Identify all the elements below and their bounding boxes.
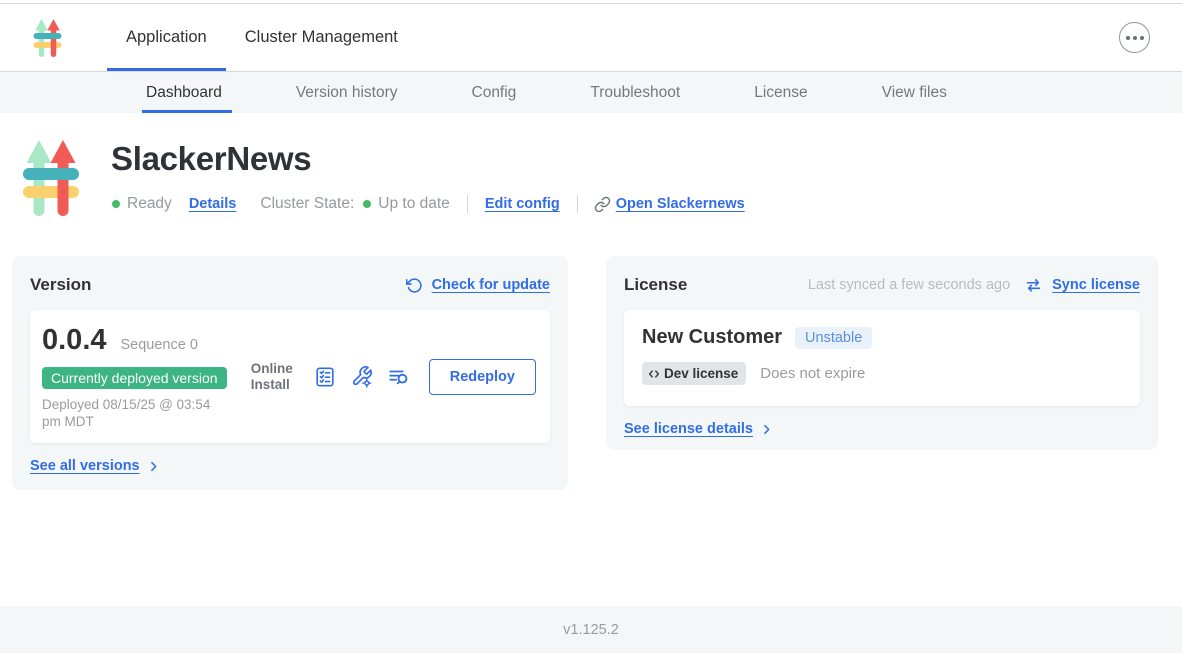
app-ready-dot-icon bbox=[112, 200, 120, 208]
sub-tab-config[interactable]: Config bbox=[472, 72, 517, 113]
admin-console-page: Application Cluster Management Dashboard… bbox=[0, 0, 1182, 655]
check-for-update[interactable]: Check for update bbox=[406, 277, 550, 294]
chain-link-icon bbox=[594, 196, 611, 213]
details-link[interactable]: Details bbox=[189, 196, 237, 212]
code-brackets-icon bbox=[647, 367, 661, 381]
version-card: Version Check for update 0.0.4 Sequence … bbox=[12, 256, 568, 490]
dashboard-content: SlackerNews Ready Details Cluster State:… bbox=[0, 113, 1182, 606]
app-status-row: Ready Details Cluster State: Up to date … bbox=[112, 195, 745, 213]
see-all-versions[interactable]: See all versions bbox=[30, 458, 550, 474]
ellipsis-icon bbox=[1126, 36, 1130, 40]
license-expiration: Does not expire bbox=[760, 365, 865, 382]
version-actions: Online Install bbox=[251, 324, 536, 429]
license-type-label: Dev license bbox=[664, 366, 738, 381]
app-status-label: Ready bbox=[127, 195, 172, 213]
version-card-title: Version bbox=[30, 275, 91, 295]
version-number: 0.0.4 bbox=[42, 324, 107, 357]
cluster-state-value: Up to date bbox=[378, 195, 450, 213]
app-logo-icon bbox=[33, 18, 62, 58]
sub-tab-license[interactable]: License bbox=[754, 72, 807, 113]
last-synced-label: Last synced a few seconds ago bbox=[808, 277, 1010, 293]
check-for-update-link[interactable]: Check for update bbox=[432, 277, 550, 293]
status-divider bbox=[467, 195, 468, 213]
top-nav: Application Cluster Management bbox=[0, 4, 1182, 72]
main-tab-cluster-management-label: Cluster Management bbox=[245, 28, 398, 47]
main-tab-cluster-management[interactable]: Cluster Management bbox=[226, 4, 417, 71]
license-panel: New Customer Unstable Dev license Does n… bbox=[624, 310, 1140, 406]
chevron-right-icon bbox=[760, 423, 773, 436]
edit-config-link[interactable]: Edit config bbox=[485, 196, 560, 212]
license-type-badge: Dev license bbox=[642, 362, 746, 385]
cluster-state-label: Cluster State: bbox=[260, 195, 354, 213]
license-card: License Last synced a few seconds ago Sy… bbox=[606, 256, 1158, 450]
see-license-details-link[interactable]: See license details bbox=[624, 421, 753, 437]
app-sub-nav: Dashboard Version history Config Trouble… bbox=[0, 72, 1182, 113]
sync-license-link[interactable]: Sync license bbox=[1052, 277, 1140, 293]
sync-arrows-icon bbox=[1024, 276, 1043, 295]
main-tab-application-label: Application bbox=[126, 28, 207, 47]
preflight-checklist-icon[interactable] bbox=[314, 365, 336, 389]
sub-tab-view-files[interactable]: View files bbox=[882, 72, 947, 113]
sub-tab-version-history[interactable]: Version history bbox=[296, 72, 398, 113]
app-title: SlackerNews bbox=[111, 140, 311, 178]
install-type-label: Online Install bbox=[251, 361, 299, 393]
console-footer: v1.125.2 bbox=[0, 606, 1182, 653]
redeploy-button[interactable]: Redeploy bbox=[429, 359, 536, 395]
see-all-versions-link[interactable]: See all versions bbox=[30, 458, 140, 474]
sequence-label: Sequence 0 bbox=[121, 337, 198, 353]
deployed-timestamp: Deployed 08/15/25 @ 03:54 pm MDT bbox=[42, 396, 232, 430]
cluster-state-dot-icon bbox=[363, 200, 371, 208]
wrench-gear-config-icon[interactable] bbox=[351, 365, 373, 389]
app-logo-large-icon bbox=[22, 137, 80, 219]
see-license-details[interactable]: See license details bbox=[624, 421, 1140, 437]
deployed-status-badge: Currently deployed version bbox=[42, 367, 227, 389]
overflow-menu-button[interactable] bbox=[1119, 22, 1150, 53]
main-tab-application[interactable]: Application bbox=[107, 4, 226, 71]
status-divider-2 bbox=[577, 195, 578, 213]
main-nav-tabs: Application Cluster Management bbox=[107, 4, 417, 71]
refresh-icon bbox=[406, 277, 423, 294]
sub-tab-dashboard[interactable]: Dashboard bbox=[146, 72, 222, 113]
console-version: v1.125.2 bbox=[563, 622, 619, 638]
sub-tab-troubleshoot[interactable]: Troubleshoot bbox=[590, 72, 680, 113]
channel-badge: Unstable bbox=[795, 327, 872, 349]
deploy-logs-magnifier-icon[interactable] bbox=[388, 365, 410, 389]
open-app-link[interactable]: Open Slackernews bbox=[616, 196, 745, 212]
customer-name: New Customer bbox=[642, 326, 782, 349]
license-card-title: License bbox=[624, 275, 687, 295]
current-version-panel: 0.0.4 Sequence 0 Currently deployed vers… bbox=[30, 310, 550, 443]
chevron-right-icon bbox=[147, 460, 160, 473]
